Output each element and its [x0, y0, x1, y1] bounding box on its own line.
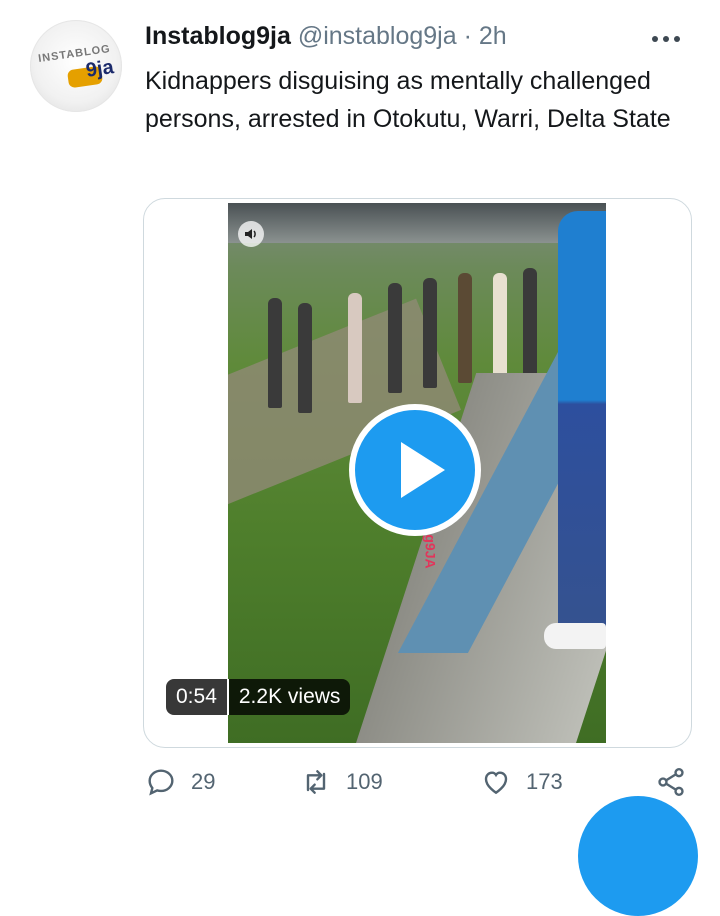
video-info-badge: 0:54 2.2K views [166, 679, 351, 715]
retweet-icon [306, 770, 326, 794]
user-handle[interactable]: @instablog9ja [298, 22, 457, 50]
video-scene-figure [493, 273, 507, 383]
video-duration: 0:54 [176, 685, 217, 708]
more-horizontal-icon [652, 36, 658, 42]
video-scene-figure [423, 278, 437, 388]
video-scene-figure [268, 298, 282, 408]
heart-icon [484, 771, 508, 795]
tweet-card[interactable]: INSTABLOG 9ja Instablog9ja @instablog9ja… [0, 0, 720, 916]
retweet-count: 109 [346, 769, 383, 794]
like-count: 173 [526, 769, 563, 794]
tweet-text: Kidnappers disguising as mentally challe… [145, 67, 671, 133]
retweet-button[interactable]: 109 [300, 766, 383, 798]
reply-icon [148, 769, 174, 796]
header-separator: · [463, 22, 472, 50]
speaker-icon[interactable] [238, 221, 264, 247]
share-button[interactable] [655, 766, 687, 798]
share-icon [658, 768, 684, 796]
video-scene-figure [348, 293, 362, 403]
play-icon [401, 442, 445, 498]
video-scene-person [558, 211, 606, 631]
more-dot [663, 36, 669, 42]
video-scene-figure [458, 273, 472, 383]
like-button[interactable]: 173 [480, 766, 563, 798]
timestamp[interactable]: 2h [479, 22, 507, 50]
video-card[interactable]: blog9JA 0:54 2.2K views [143, 198, 692, 748]
video-views: 2.2K views [238, 685, 341, 708]
reply-count: 29 [191, 769, 216, 794]
avatar[interactable]: INSTABLOG 9ja [30, 20, 122, 112]
video-scene-shoe [544, 623, 606, 649]
more-dot [674, 36, 680, 42]
avatar-logo-suffix: 9ja [84, 56, 116, 82]
video-scene-figure [523, 268, 537, 378]
more-options-button[interactable] [652, 30, 686, 48]
play-button[interactable] [349, 404, 481, 536]
video-scene-figure [388, 283, 402, 393]
compose-tweet-button[interactable] [578, 796, 698, 916]
tweet-header: Instablog9ja @instablog9ja · 2h [145, 22, 507, 51]
video-scene-sky [228, 203, 606, 243]
reply-button[interactable]: 29 [145, 766, 215, 798]
video-scene-figure [298, 303, 312, 413]
display-name[interactable]: Instablog9ja [145, 22, 291, 50]
